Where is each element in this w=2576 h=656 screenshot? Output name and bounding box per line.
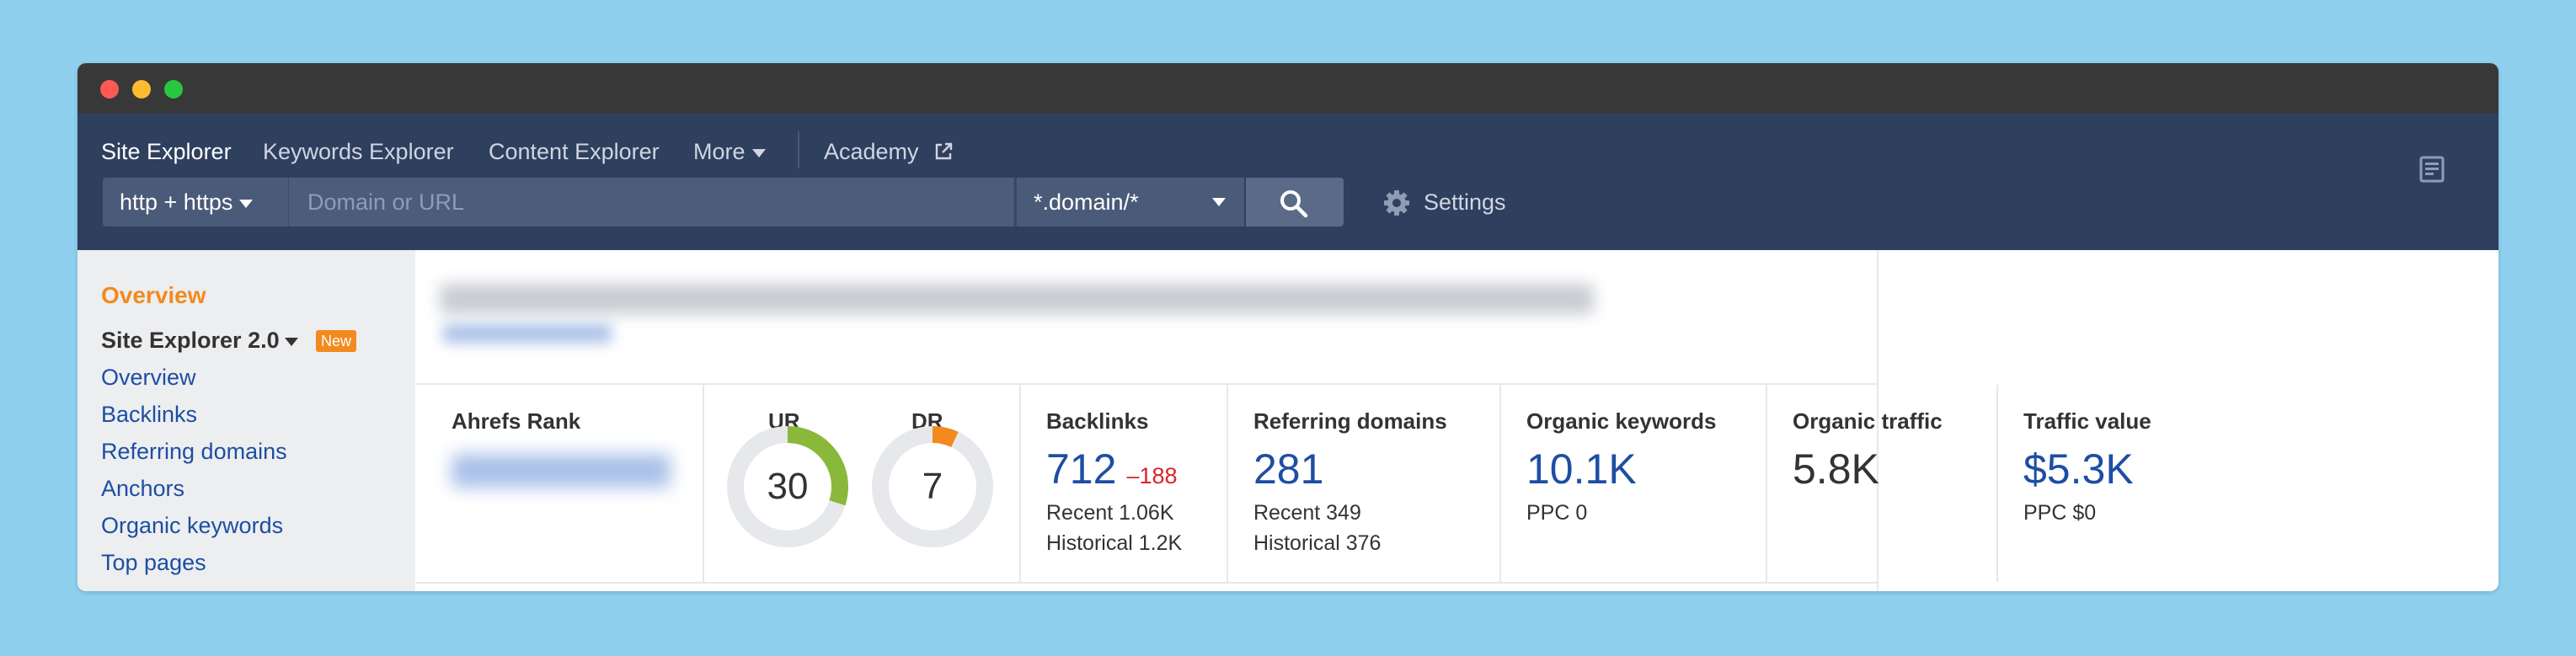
ahrefs-rank-card: Ahrefs Rank (416, 385, 704, 582)
backlinks-historical: Historical 1.2K (1046, 531, 1183, 555)
referring-domains-card: Referring domains 281 Recent 349 Histori… (1228, 385, 1501, 582)
mode-select[interactable]: *.domain/* (1015, 178, 1244, 227)
backlinks-card: Backlinks 712 –188 Recent 1.06K Historica… (1021, 385, 1228, 582)
backlinks-value-row: 712 –188 (1046, 445, 1178, 499)
main-nav: Site Explorer Keywords Explorer Content … (77, 131, 2499, 183)
ur-dr-card: UR 30 DR 7 (704, 385, 1021, 582)
blurred-page-url (443, 324, 612, 343)
gear-icon (1384, 190, 1409, 216)
traffic-value-card: Traffic value $5.3K PPC $0 (1998, 385, 2194, 582)
organic-keywords-ppc: PPC 0 (1526, 501, 1588, 525)
sidebar-section-title: Site Explorer 2.0 (101, 328, 280, 353)
nav-divider (798, 131, 799, 168)
traffic-value-label: Traffic value (2023, 408, 2151, 434)
settings-label: Settings (1424, 189, 1506, 215)
ur-value: 30 (767, 466, 809, 507)
traffic-value-value[interactable]: $5.3K (2023, 445, 2134, 493)
sidebar: Overview Site Explorer 2.0 New Overview … (77, 250, 415, 591)
app-header: Site Explorer Keywords Explorer Content … (77, 114, 2499, 250)
mode-value: *.domain/* (1034, 189, 1139, 215)
main-content: Ahrefs Rank UR 30 DR 7 Backlinks 712 –18… (416, 250, 2151, 591)
backlinks-recent: Recent 1.06K (1046, 501, 1174, 525)
sidebar-item-overview[interactable]: Overview (101, 365, 196, 391)
nav-site-explorer[interactable]: Site Explorer (101, 135, 232, 168)
search-icon (1280, 190, 1308, 218)
sidebar-item-referring-domains[interactable]: Referring domains (101, 439, 287, 465)
chevron-down-icon (239, 199, 254, 208)
maximize-window-button[interactable] (164, 80, 183, 99)
traffic-value-ppc: PPC $0 (2023, 501, 2097, 525)
ahrefs-rank-label: Ahrefs Rank (452, 408, 581, 434)
sidebar-item-organic-keywords[interactable]: Organic keywords (101, 513, 283, 539)
referring-domains-recent: Recent 349 (1253, 501, 1361, 525)
protocol-select[interactable]: http + https (103, 178, 288, 227)
blurred-page-title (440, 284, 1594, 314)
title-bar (77, 63, 2499, 114)
organic-keywords-card: Organic keywords 10.1K PPC 0 (1501, 385, 1767, 582)
new-badge: New (316, 330, 357, 352)
external-link-icon (935, 142, 953, 160)
sidebar-item-backlinks[interactable]: Backlinks (101, 402, 197, 428)
referring-domains-value[interactable]: 281 (1253, 445, 1323, 493)
sidebar-overview-link[interactable]: Overview (101, 282, 206, 309)
notebook-icon[interactable] (2419, 156, 2445, 183)
backlinks-label: Backlinks (1046, 408, 1149, 434)
close-window-button[interactable] (100, 80, 119, 99)
referring-domains-historical: Historical 376 (1253, 531, 1382, 555)
metrics-row: Ahrefs Rank UR 30 DR 7 Backlinks 712 –18… (416, 383, 2151, 584)
chevron-down-icon (284, 337, 298, 346)
nav-content-explorer[interactable]: Content Explorer (489, 135, 660, 168)
backlinks-value[interactable]: 712 (1046, 445, 1116, 493)
protocol-value: http + https (120, 189, 233, 215)
search-button[interactable] (1246, 178, 1344, 227)
minimize-window-button[interactable] (132, 80, 151, 99)
organic-traffic-label: Organic traffic (1793, 408, 1943, 434)
organic-keywords-value[interactable]: 10.1K (1526, 445, 1637, 493)
sidebar-item-anchors[interactable]: Anchors (101, 476, 184, 502)
nav-more-menu[interactable]: More (693, 135, 766, 168)
organic-keywords-label: Organic keywords (1526, 408, 1717, 434)
referring-domains-label: Referring domains (1253, 408, 1447, 434)
sidebar-section-toggle[interactable]: Site Explorer 2.0 (101, 328, 298, 354)
sidebar-item-top-pages[interactable]: Top pages (101, 550, 206, 576)
nav-academy[interactable]: Academy (824, 135, 919, 168)
organic-traffic-value: 5.8K (1793, 445, 1879, 493)
backlinks-delta: –188 (1126, 463, 1178, 488)
dr-value: 7 (922, 466, 943, 507)
domain-url-input[interactable] (288, 178, 1014, 227)
blurred-ahrefs-rank-value (452, 454, 671, 488)
nav-keywords-explorer[interactable]: Keywords Explorer (263, 135, 454, 168)
chevron-down-icon (1212, 198, 1226, 206)
nav-more-label: More (693, 139, 746, 164)
chevron-down-icon (751, 148, 766, 157)
browser-window: Site Explorer Keywords Explorer Content … (77, 63, 2499, 591)
organic-traffic-card: Organic traffic 5.8K (1767, 385, 1998, 582)
